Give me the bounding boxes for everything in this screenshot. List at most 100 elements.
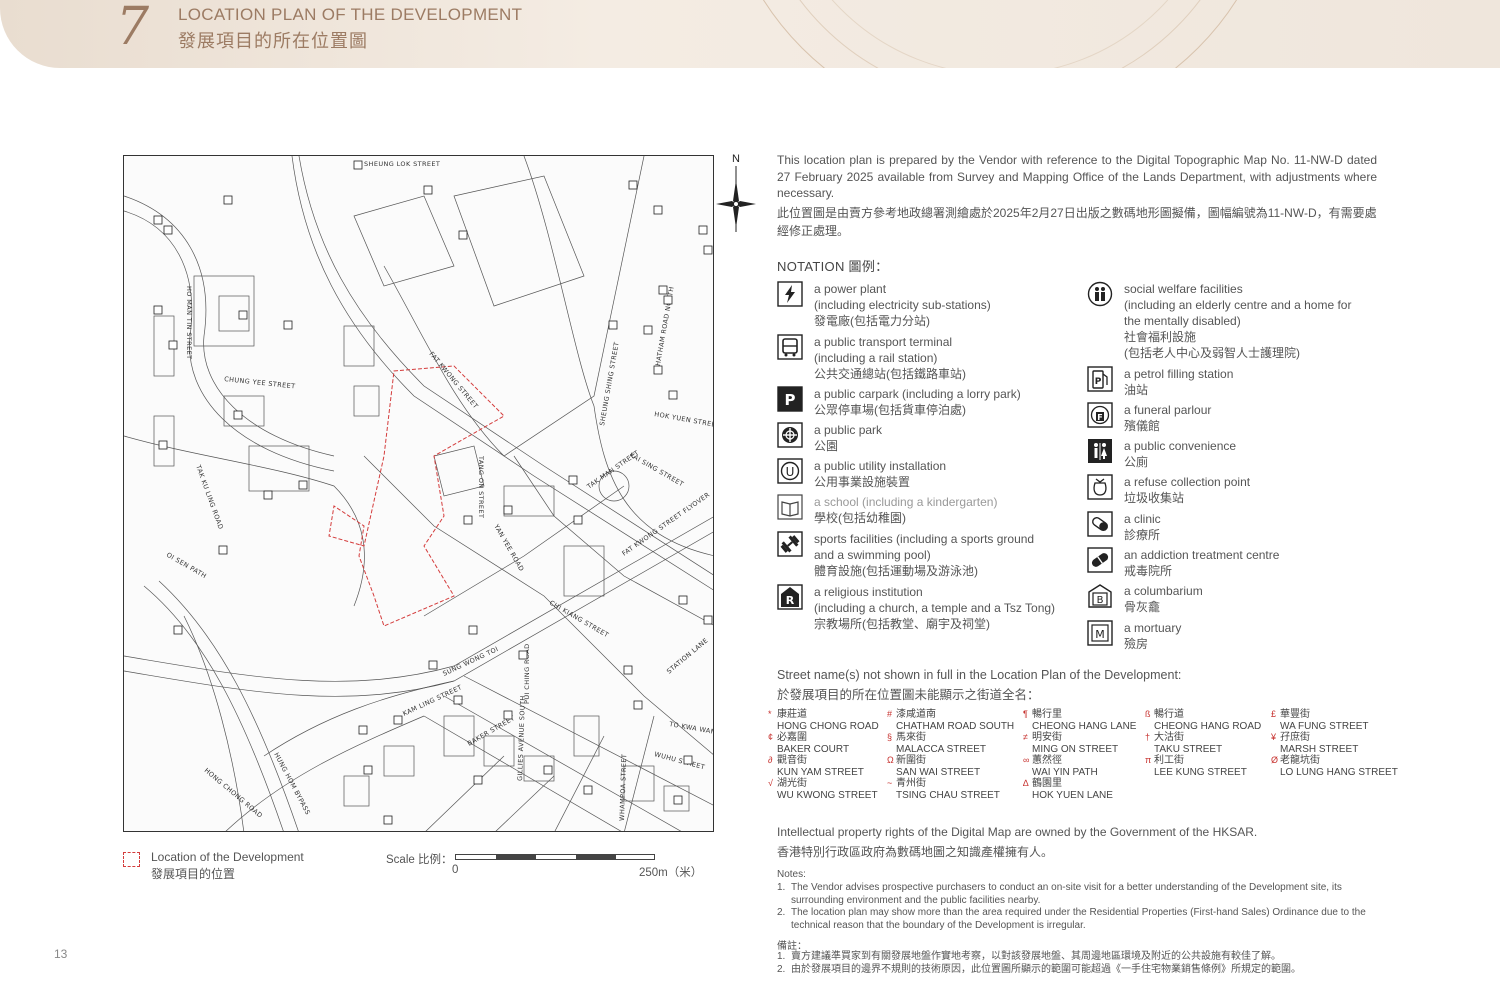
legend-label: a clinic	[1124, 512, 1161, 526]
legend-label: social welfare facilities	[1124, 282, 1243, 296]
street-name-zh: 馬來街	[896, 732, 926, 743]
legend-label: and a swimming pool)	[814, 548, 931, 562]
street-label: SHEUNG LOK STREET	[364, 160, 440, 168]
legend-label: 垃圾收集站	[1124, 491, 1185, 505]
street-name-zh: 康莊道	[777, 709, 807, 720]
street-label: WUHU STREET	[653, 750, 705, 771]
street-marker: π	[1145, 755, 1152, 765]
header-band: 7 LOCATION PLAN OF THE DEVELOPMENT 發展項目的…	[0, 0, 1500, 68]
legend-label: a funeral parlour	[1124, 403, 1212, 417]
street-name-zh: 華豐街	[1280, 709, 1310, 720]
street-name-entry: ¥ 孖庶街 MARSH STREET	[1271, 732, 1359, 755]
street-name-zh: 明安街	[1032, 732, 1062, 743]
intro-text-en: This location plan is prepared by the Ve…	[777, 153, 1377, 200]
legend-label: (包括老人中心及弱智人士護理院)	[1124, 346, 1300, 360]
development-label-en: Location of the Development	[151, 850, 304, 864]
legend-label: (including a church, a temple and a Tsz …	[814, 601, 1056, 615]
page-title-zh: 發展項目的所在位置圖	[178, 31, 368, 51]
street-name-en: KUN YAM STREET	[777, 766, 864, 778]
street-name-en: HONG CHONG ROAD	[777, 720, 879, 732]
legend-label: 公共交通總站(包括鐵路車站)	[814, 367, 966, 381]
street-name-entry: ∞ 蕙然徑 WAI YIN PATH	[1023, 755, 1098, 778]
street-label: KAI SING STREET	[628, 451, 685, 489]
legend-label: a petrol filling station	[1124, 367, 1234, 381]
legend-label: 社會福利設施	[1124, 330, 1197, 344]
note-text: 由於發展項目的邊界不規則的技術原因，此位置圖所顯示的範圍可能超過《一手住宅物業銷…	[791, 964, 1301, 975]
street-marker: #	[887, 709, 893, 719]
street-name-entry: ≠ 明安街 MING ON STREET	[1023, 732, 1118, 755]
street-name-entry: † 大沽街 TAKU STREET	[1145, 732, 1223, 755]
street-marker: ∆	[1023, 778, 1029, 788]
funeral-icon: F	[1087, 402, 1113, 428]
note-en-1: 1. The Vendor advises prospective purcha…	[777, 881, 1377, 907]
svg-text:M: M	[1095, 628, 1105, 641]
legend-label: (including a rail station)	[814, 351, 938, 365]
street-name-en: CHATHAM ROAD SOUTH	[896, 720, 1015, 732]
addiction-icon	[1087, 547, 1113, 573]
street-name-en: MALACCA STREET	[896, 743, 987, 755]
street-name-en: MARSH STREET	[1280, 743, 1359, 755]
intro-text-zh: 此位置圖是由賣方參考地政總署測繪處於2025年2月27日出版之數碼地形圖擬備，圖…	[777, 206, 1377, 238]
legend-label: a public transport terminal	[814, 335, 953, 349]
columbarium-icon: B	[1088, 584, 1112, 608]
street-name-entry: π 利工街 LEE KUNG STREET	[1145, 755, 1247, 778]
street-name-entry: ∂ 觀音街 KUN YAM STREET	[768, 755, 864, 778]
svg-text:B: B	[1097, 595, 1104, 606]
scale-max: 250m（米）	[639, 867, 703, 879]
note-number: 2.	[777, 907, 786, 918]
street-name-zh: 鶴園里	[1032, 778, 1062, 789]
street-name-en: WU KWONG STREET	[777, 789, 878, 801]
street-name-zh: 青州街	[896, 778, 926, 789]
street-name-en: HOK YUEN LANE	[1032, 789, 1113, 801]
legend-label: a power plant	[814, 282, 887, 296]
school-icon	[777, 494, 803, 520]
street-name-zh: 孖庶街	[1280, 732, 1310, 743]
note-text: The location plan may show more than the…	[791, 907, 1366, 931]
map-drawing: FAT KWONG STREET CHUNG YEE STREET HO MAN…	[124, 156, 714, 831]
street-marker: ¥	[1271, 732, 1277, 742]
mortuary-icon: M	[1087, 620, 1113, 646]
utility-icon: U	[777, 458, 803, 484]
street-name-entry: * 康莊道 HONG CHONG ROAD	[768, 709, 879, 732]
street-label: TO KWA WAN ROAD	[668, 720, 714, 740]
svg-text:F: F	[1097, 413, 1102, 422]
location-map[interactable]: FAT KWONG STREET CHUNG YEE STREET HO MAN…	[123, 155, 714, 832]
street-name-en: CHEONG HANG LANE	[1032, 720, 1137, 732]
street-label: CHUNG YEE STREET	[224, 375, 296, 390]
street-marker: *	[768, 709, 772, 719]
scale-segment	[576, 855, 616, 859]
scale-label: Scale 比例：	[386, 854, 453, 866]
note-text: The Vendor advises prospective purchaser…	[791, 882, 1342, 906]
street-name-en: TSING CHAU STREET	[896, 789, 1000, 801]
legend-label: a refuse collection point	[1124, 475, 1251, 489]
scale-bar	[455, 854, 655, 860]
development-label-zh: 發展項目的位置	[151, 867, 236, 881]
street-label: CHI KIANG STREET	[548, 599, 610, 640]
note-zh-2: 2. 由於發展項目的邊界不規則的技術原因，此位置圖所顯示的範圍可能超過《一手住宅…	[777, 963, 1377, 976]
clinic-icon	[1087, 511, 1113, 537]
north-arrow-icon	[716, 166, 756, 232]
street-name-zh: 觀音街	[777, 755, 807, 766]
street-name-en: BAKER COURT	[777, 743, 850, 755]
street-name-entry: ∆ 鶴園里 HOK YUEN LANE	[1023, 778, 1113, 801]
street-label: TANG ON STREET	[477, 455, 485, 518]
scale-segment	[496, 855, 536, 859]
legend-label: a public carpark (including a lorry park…	[814, 387, 1021, 401]
legend-label: a columbarium	[1124, 584, 1203, 598]
legend-label: a school (including a kindergarten)	[814, 495, 998, 509]
bus-icon	[777, 334, 803, 360]
power-plant-icon	[777, 281, 803, 307]
street-name-en: TAKU STREET	[1154, 743, 1223, 755]
legend-label: 公廁	[1124, 455, 1149, 469]
toilet-icon	[1088, 439, 1112, 463]
carpark-icon: P	[777, 386, 803, 412]
legend-label: a public park	[814, 423, 883, 437]
svg-text:P: P	[785, 391, 796, 409]
street-marker: ~	[887, 778, 893, 788]
legend-label: a mortuary	[1124, 621, 1182, 635]
street-label: SUNG WONG TOI	[441, 645, 499, 678]
street-label: OI SEN PATH	[165, 551, 208, 580]
legend-label: a public convenience	[1124, 439, 1237, 453]
street-name-zh: 暢行里	[1032, 709, 1062, 720]
street-name-entry: # 漆咸道南 CHATHAM ROAD SOUTH	[887, 709, 1015, 732]
